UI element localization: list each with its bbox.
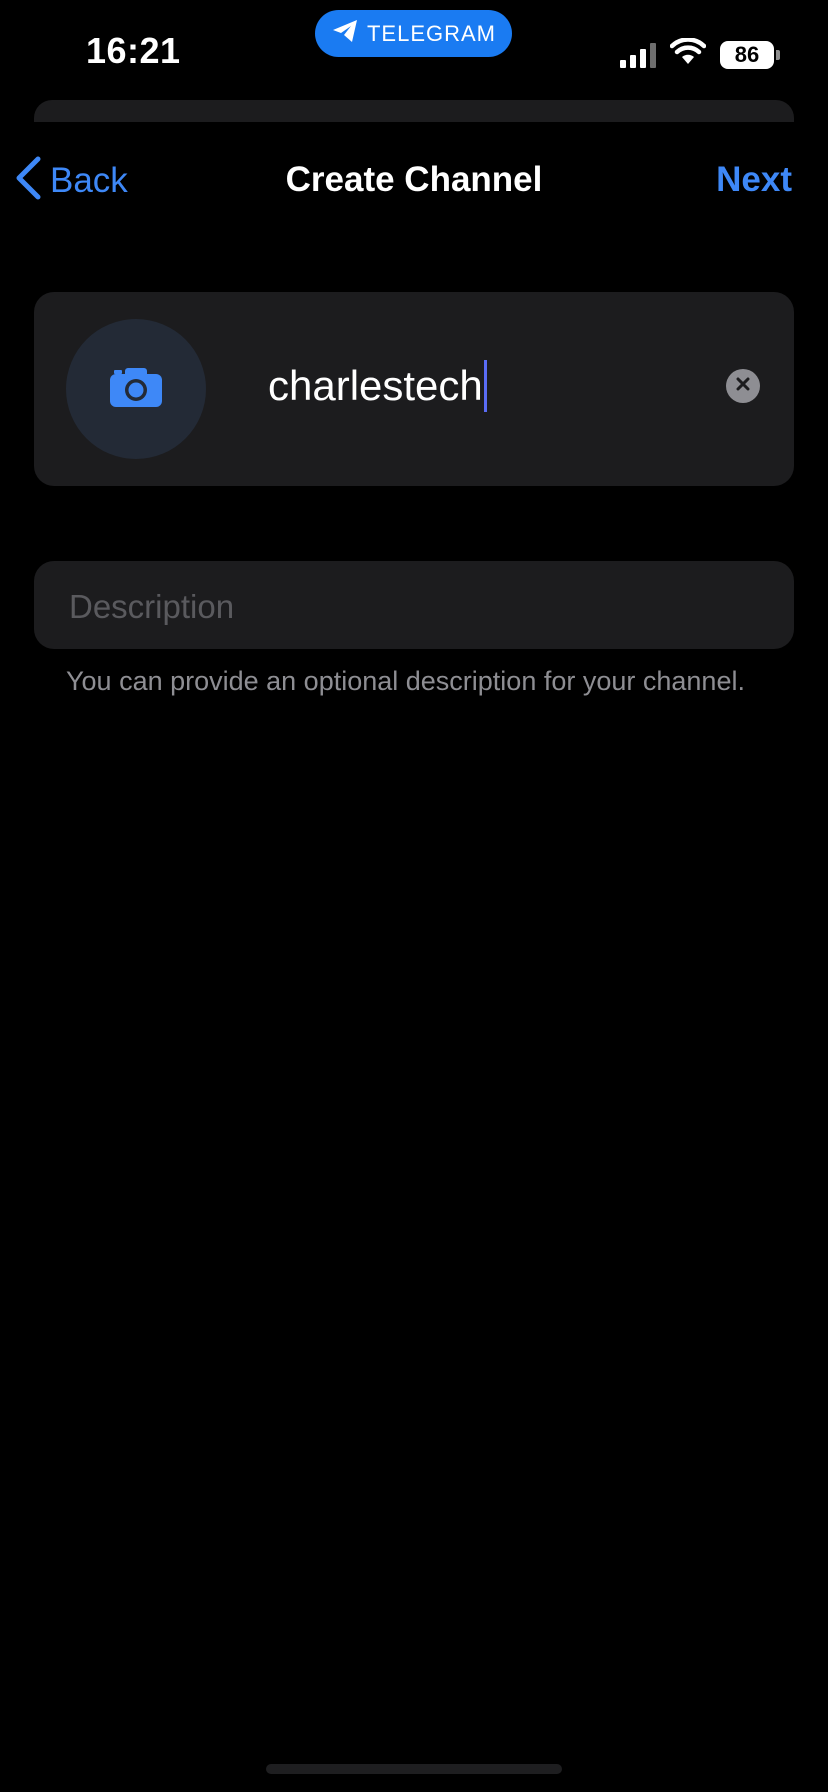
next-button[interactable]: Next [716, 160, 792, 200]
page-title: Create Channel [285, 160, 543, 199]
sheet-top-edge [34, 100, 794, 122]
battery-level: 86 [734, 41, 760, 67]
clear-x-icon [735, 376, 751, 397]
battery-icon: 86 [720, 40, 780, 69]
description-hint: You can provide an optional description … [66, 666, 745, 696]
wifi-icon [669, 37, 707, 71]
description-field[interactable]: Description [34, 561, 794, 649]
clear-name-button[interactable] [726, 369, 760, 403]
description-placeholder: Description [69, 588, 235, 625]
home-indicator[interactable] [266, 1764, 562, 1774]
pill-label: TELEGRAM [366, 20, 497, 46]
channel-photo-button[interactable] [66, 319, 206, 459]
channel-name-value: charlestech [268, 362, 483, 409]
camera-icon [108, 365, 164, 414]
cellular-signal-icon [620, 42, 656, 68]
channel-name-card: charlestech [34, 292, 794, 486]
channel-name-input[interactable]: charlestech [268, 360, 487, 412]
telegram-plane-icon [331, 18, 359, 49]
status-time: 16:21 [86, 30, 181, 71]
telegram-pill[interactable]: TELEGRAM [315, 10, 512, 57]
text-cursor [483, 360, 487, 412]
status-indicators: 86 [620, 37, 780, 71]
